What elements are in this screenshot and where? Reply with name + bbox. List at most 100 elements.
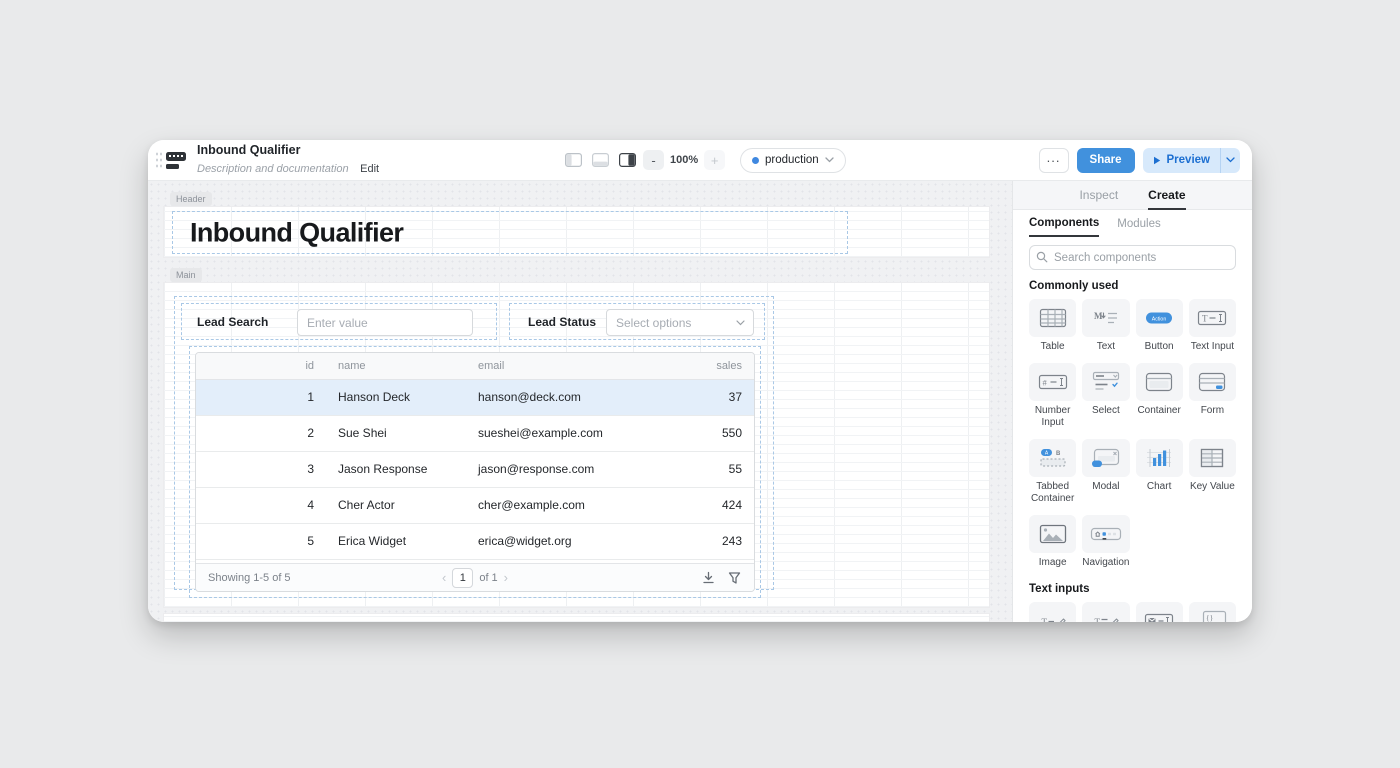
- environment-dot-icon: [752, 157, 759, 164]
- edit-description-button[interactable]: Edit: [360, 163, 379, 175]
- component-container[interactable]: Container: [1136, 363, 1183, 429]
- cell-id: 1: [196, 379, 326, 415]
- modal-component-icon: [1089, 446, 1123, 470]
- component-table[interactable]: Table: [1029, 299, 1076, 353]
- table-row[interactable]: 4 Cher Actor cher@example.com 424: [196, 487, 754, 523]
- environment-selector[interactable]: production: [740, 148, 846, 173]
- tab-create[interactable]: Create: [1148, 181, 1185, 210]
- toolbar-actions: ... Share Preview: [1039, 148, 1240, 173]
- component-select[interactable]: Select: [1082, 363, 1129, 429]
- chevron-down-icon: [736, 320, 745, 326]
- cell-email: erica@widget.org: [466, 523, 681, 559]
- main-frame-tag[interactable]: Main: [170, 268, 202, 282]
- zoom-out-button[interactable]: -: [643, 150, 664, 170]
- toggle-left-panel-icon[interactable]: [565, 153, 582, 167]
- lead-status-widget[interactable]: Lead Status Select options: [509, 303, 765, 340]
- lead-status-select[interactable]: Select options: [606, 309, 754, 336]
- component-label: Form: [1189, 405, 1236, 417]
- component-email-input[interactable]: [1136, 602, 1183, 622]
- app-title: Inbound Qualifier: [197, 143, 379, 158]
- table-row[interactable]: 3 Jason Response jason@response.com 55: [196, 451, 754, 487]
- component-chart[interactable]: Chart: [1136, 439, 1183, 505]
- table-header-row: id name email sales: [196, 353, 754, 379]
- column-header-name[interactable]: name: [326, 353, 466, 379]
- tab-modules[interactable]: Modules: [1117, 210, 1160, 237]
- previous-page-icon[interactable]: ‹: [442, 571, 446, 584]
- component-json-editor[interactable]: {}: [1189, 602, 1236, 622]
- table-row[interactable]: 1 Hanson Deck hanson@deck.com 37: [196, 379, 754, 415]
- component-editable-text[interactable]: T: [1029, 602, 1076, 622]
- component-text-input[interactable]: T Text Input: [1189, 299, 1236, 353]
- column-header-email[interactable]: email: [466, 353, 681, 379]
- header-frame[interactable]: Inbound Qualifier: [163, 206, 990, 258]
- component-text[interactable]: M Text: [1082, 299, 1129, 353]
- page-number-input[interactable]: 1: [452, 568, 473, 588]
- component-list: Commonly used Table M Text Action Button: [1013, 270, 1252, 622]
- app-window: Inbound Qualifier Description and docume…: [148, 140, 1252, 622]
- chart-component-icon: [1142, 446, 1176, 470]
- component-number-input[interactable]: # Number Input: [1029, 363, 1076, 429]
- component-editable-text-area[interactable]: T: [1082, 602, 1129, 622]
- cell-name: Jason Response: [326, 451, 466, 487]
- zoom-level[interactable]: 100%: [670, 154, 698, 166]
- main-container-widget[interactable]: Lead Search Lead Status Select options: [174, 296, 774, 590]
- component-label: Modal: [1082, 481, 1129, 493]
- preview-dropdown-button[interactable]: [1220, 148, 1240, 173]
- editor-canvas[interactable]: Header Inbound Qualifier Main Lead Searc…: [148, 181, 1012, 622]
- tab-inspect[interactable]: Inspect: [1079, 181, 1118, 209]
- component-label: Number Input: [1029, 405, 1076, 429]
- lead-search-input[interactable]: [297, 309, 473, 336]
- main-frame[interactable]: Lead Search Lead Status Select options: [163, 282, 990, 608]
- toggle-right-panel-icon[interactable]: [619, 153, 636, 167]
- lead-status-label: Lead Status: [528, 315, 596, 329]
- header-text-widget[interactable]: Inbound Qualifier: [172, 211, 848, 254]
- column-header-sales[interactable]: sales: [681, 353, 754, 379]
- page-count: of 1: [479, 572, 497, 584]
- preview-button[interactable]: Preview: [1143, 148, 1220, 173]
- lead-search-widget[interactable]: Lead Search: [181, 303, 497, 340]
- select-placeholder: Select options: [616, 316, 691, 330]
- tab-components[interactable]: Components: [1029, 210, 1099, 237]
- download-icon[interactable]: [702, 571, 715, 584]
- component-button[interactable]: Action Button: [1136, 299, 1183, 353]
- toggle-bottom-panel-icon[interactable]: [592, 153, 609, 167]
- component-image[interactable]: Image: [1029, 515, 1076, 569]
- table-row[interactable]: 2 Sue Shei sueshei@example.com 550: [196, 415, 754, 451]
- search-components-input[interactable]: [1029, 245, 1236, 270]
- zoom-in-button[interactable]: +: [704, 150, 725, 170]
- component-label: Button: [1136, 341, 1183, 353]
- share-button[interactable]: Share: [1077, 148, 1135, 173]
- leads-table-widget[interactable]: id name email sales 1 Hanson: [189, 346, 761, 598]
- zoom-controls: - 100% +: [643, 150, 725, 170]
- right-panel: Inspect Create Components Modules Common…: [1012, 181, 1252, 622]
- table-component-icon: [1036, 306, 1070, 330]
- form-component-icon: [1195, 370, 1229, 394]
- json-editor-component-icon: {}: [1195, 609, 1229, 622]
- component-key-value[interactable]: Key Value: [1189, 439, 1236, 505]
- component-form[interactable]: Form: [1189, 363, 1236, 429]
- svg-text:{}: {}: [1206, 613, 1213, 622]
- preview-label: Preview: [1167, 154, 1210, 166]
- drag-handle-icon: [155, 151, 162, 169]
- filter-icon[interactable]: [728, 572, 741, 584]
- header-frame-tag[interactable]: Header: [170, 192, 212, 206]
- image-component-icon: [1036, 522, 1070, 546]
- next-page-icon[interactable]: ›: [504, 571, 508, 584]
- svg-text:#: #: [1042, 377, 1047, 387]
- cell-email: jason@response.com: [466, 451, 681, 487]
- column-header-id[interactable]: id: [196, 353, 326, 379]
- section-heading: Commonly used: [1029, 280, 1236, 292]
- table-row[interactable]: 5 Erica Widget erica@widget.org 243: [196, 523, 754, 559]
- cell-sales: 424: [681, 487, 754, 523]
- commonly-used-grid: Table M Text Action Button T Text Input: [1029, 299, 1236, 569]
- retool-logo-icon[interactable]: [166, 151, 188, 170]
- lead-search-label: Lead Search: [197, 315, 268, 329]
- component-label: Image: [1029, 557, 1076, 569]
- component-tabbed-container[interactable]: AB Tabbed Container: [1029, 439, 1076, 505]
- table-footer-icons: [702, 571, 754, 584]
- component-navigation[interactable]: Navigation: [1082, 515, 1129, 569]
- more-options-button[interactable]: ...: [1039, 148, 1069, 173]
- create-subtabs: Components Modules: [1013, 210, 1252, 237]
- component-modal[interactable]: Modal: [1082, 439, 1129, 505]
- page-title[interactable]: Inbound Qualifier: [190, 217, 403, 248]
